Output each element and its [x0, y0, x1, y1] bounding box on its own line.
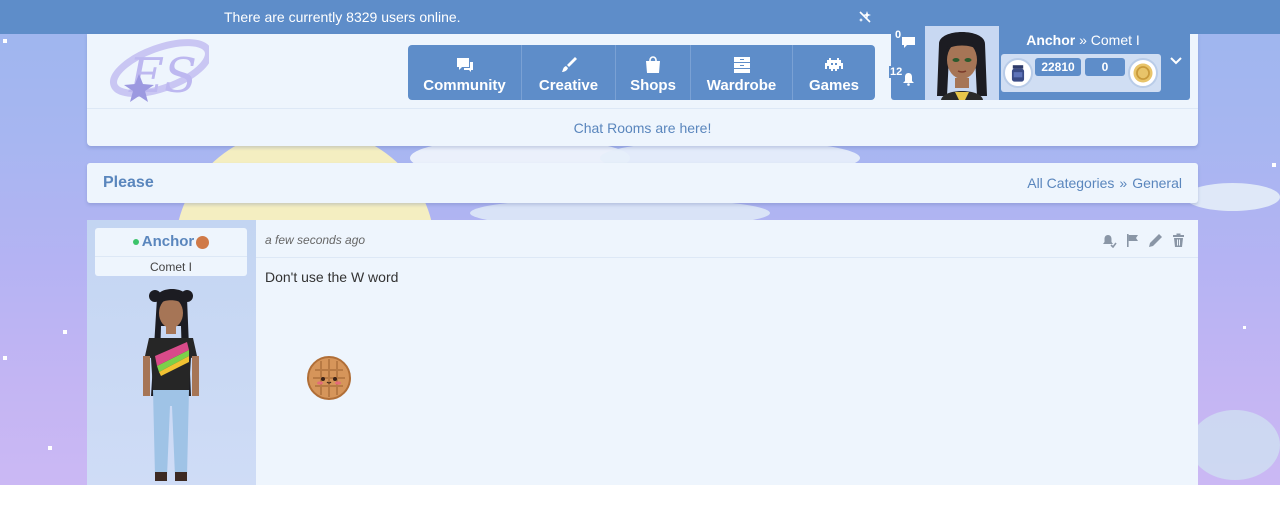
- trash-icon[interactable]: [1171, 233, 1186, 248]
- nav-creative[interactable]: Creative: [522, 45, 616, 100]
- nav-label: Games: [808, 77, 860, 94]
- star-decoration: [1243, 326, 1246, 329]
- nav-shops[interactable]: Shops: [616, 45, 691, 100]
- chat-rooms-announcement[interactable]: Chat Rooms are here!: [87, 108, 1198, 146]
- author-card: Anchor Comet I: [95, 228, 247, 276]
- cloud-decoration: [1185, 183, 1280, 211]
- post-author-rank: Comet I: [95, 256, 247, 276]
- shell-icon: [196, 235, 210, 249]
- cloud-decoration: [1190, 410, 1280, 480]
- nav-label: Community: [423, 77, 506, 94]
- site-logo[interactable]: ES: [99, 34, 209, 106]
- messages-icon[interactable]: [901, 36, 916, 50]
- sparkle-slash-icon[interactable]: [857, 9, 873, 25]
- bell-icon[interactable]: [902, 72, 915, 86]
- dresser-icon: [733, 57, 750, 73]
- breadcrumb-general[interactable]: General: [1132, 175, 1182, 191]
- user-separator: »: [1079, 32, 1087, 48]
- currency-jars-value: 22810: [1035, 58, 1081, 76]
- star-decoration: [63, 330, 67, 334]
- nav-label: Wardrobe: [706, 77, 777, 94]
- chat-bubbles-icon: [456, 58, 473, 72]
- breadcrumb-all-categories[interactable]: All Categories: [1027, 175, 1114, 191]
- notification-column: 0 12: [889, 26, 924, 100]
- nav-community[interactable]: Community: [408, 45, 522, 100]
- main-nav: Community Creative Shops Wardrobe Games: [408, 45, 875, 100]
- thread-title: Please: [103, 174, 154, 191]
- nav-label: Creative: [538, 77, 599, 94]
- paintbrush-icon: [561, 57, 577, 72]
- post-content: Don't use the W word: [265, 269, 399, 285]
- star-decoration: [3, 356, 7, 360]
- pencil-icon[interactable]: [1148, 233, 1163, 248]
- star-decoration: [3, 39, 7, 43]
- breadcrumb: All Categories » General: [1027, 175, 1182, 191]
- post-author-column: Anchor Comet I: [87, 220, 256, 485]
- post-body: a few seconds ago Don't use the W word: [256, 220, 1198, 485]
- waffle-sticker-icon: [307, 356, 351, 400]
- post-author-name[interactable]: Anchor: [142, 233, 195, 250]
- post-divider: [256, 257, 1198, 258]
- user-rank: Comet I: [1090, 32, 1140, 48]
- jar-icon[interactable]: [1003, 58, 1033, 88]
- post-tools: [1102, 233, 1186, 248]
- post-timestamp[interactable]: a few seconds ago: [265, 233, 365, 247]
- user-name[interactable]: Anchor: [1026, 32, 1075, 48]
- star-decoration: [48, 446, 52, 450]
- online-users-text: There are currently 8329 users online.: [224, 9, 461, 25]
- user-panel: 0 12 Anchor » Comet I 22810 0: [889, 26, 1190, 100]
- author-name-row: Anchor: [95, 233, 247, 250]
- flag-icon[interactable]: [1125, 233, 1140, 248]
- post-author-avatar[interactable]: [131, 286, 211, 485]
- online-status-dot: [132, 239, 139, 246]
- currency-row: 22810 0: [1001, 54, 1161, 92]
- currency-coins-value: 0: [1085, 58, 1125, 76]
- page-bottom: [0, 485, 1280, 511]
- chevron-down-icon[interactable]: [1170, 56, 1182, 66]
- nav-wardrobe[interactable]: Wardrobe: [691, 45, 793, 100]
- user-avatar[interactable]: [925, 26, 999, 100]
- coin-icon[interactable]: [1128, 58, 1158, 88]
- shopping-bag-icon: [646, 56, 660, 73]
- nav-games[interactable]: Games: [793, 45, 875, 100]
- thread-title-bar: Please All Categories » General: [87, 163, 1198, 203]
- breadcrumb-separator: »: [1119, 175, 1128, 191]
- user-heading: Anchor » Comet I: [1001, 26, 1165, 54]
- bell-check-icon[interactable]: [1102, 233, 1117, 248]
- space-invader-icon: [825, 58, 843, 71]
- forum-post: Anchor Comet I a few seconds ago Don't u…: [87, 220, 1198, 485]
- star-decoration: [1272, 163, 1276, 167]
- nav-label: Shops: [630, 77, 676, 94]
